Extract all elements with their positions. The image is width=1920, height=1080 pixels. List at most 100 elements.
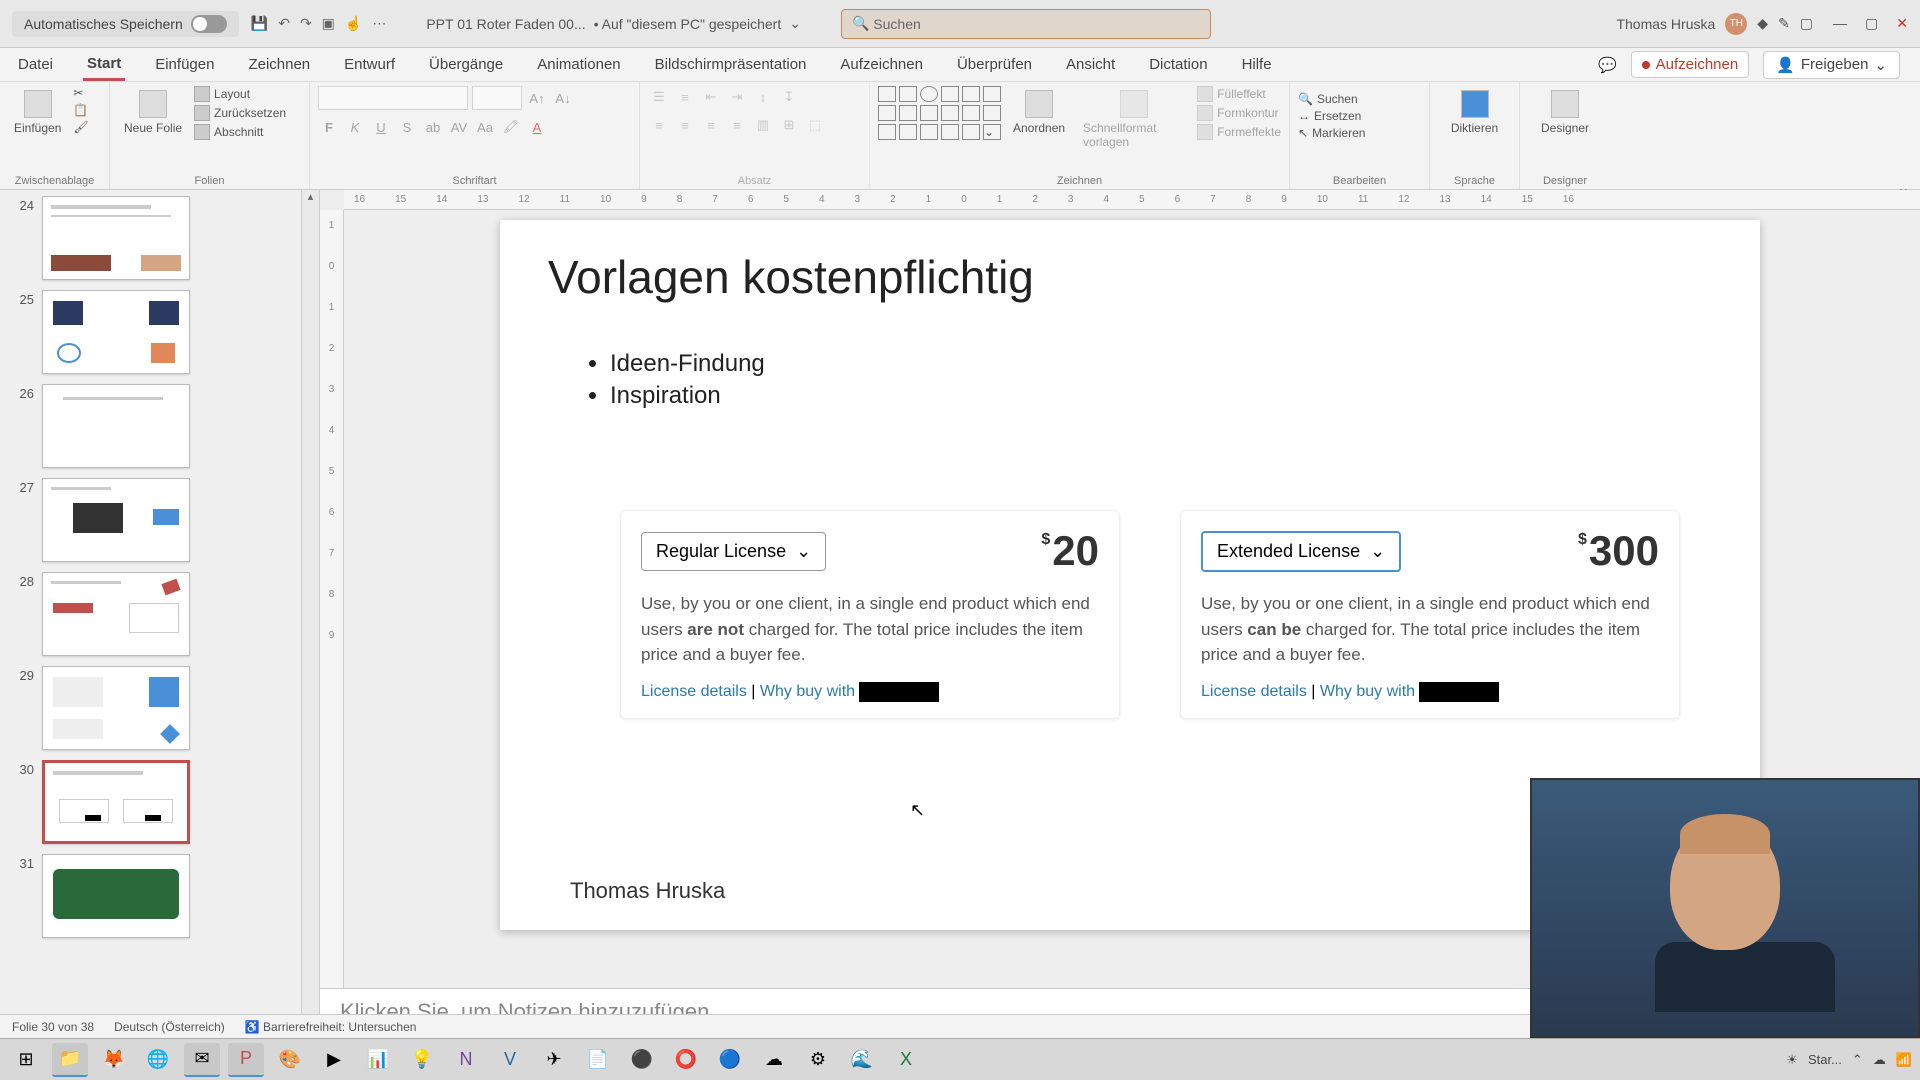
weather-icon[interactable]: ☀ — [1786, 1052, 1798, 1068]
paste-button[interactable]: Einfügen — [8, 86, 67, 139]
record-button[interactable]: Aufzeichnen — [1631, 51, 1750, 78]
shape-icon[interactable] — [899, 124, 917, 140]
shape-icon[interactable] — [941, 124, 959, 140]
shapes-gallery[interactable]: ⌄ — [878, 86, 1001, 140]
shape-icon[interactable] — [941, 105, 959, 121]
why-buy-link[interactable]: Why buy with — [760, 683, 855, 700]
fill-button[interactable]: Fülleffekt — [1197, 86, 1281, 102]
thumb-25[interactable]: 25 — [10, 290, 309, 374]
avatar[interactable]: TH — [1725, 13, 1747, 35]
justify-icon[interactable]: ≡ — [726, 114, 748, 136]
new-slide-button[interactable]: Neue Folie — [118, 86, 188, 139]
redo-icon[interactable]: ↷ — [300, 15, 312, 32]
replace-button[interactable]: ↔Ersetzen — [1298, 109, 1421, 123]
align-center-icon[interactable]: ≡ — [674, 114, 696, 136]
search-box[interactable]: 🔍 Suchen — [841, 9, 1211, 39]
scroll-up-icon[interactable]: ▴ — [302, 190, 319, 208]
maximize-icon[interactable]: ▢ — [1865, 15, 1878, 32]
obs-icon[interactable]: ⚫ — [624, 1043, 660, 1077]
tab-aufzeichnen[interactable]: Aufzeichnen — [836, 50, 927, 79]
columns-icon[interactable]: ▥ — [752, 114, 774, 136]
firefox-icon[interactable]: 🦊 — [96, 1043, 132, 1077]
quick-styles-button[interactable]: Schnellformat vorlagen — [1077, 86, 1191, 153]
shape-icon[interactable] — [962, 105, 980, 121]
chrome-icon[interactable]: 🌐 — [140, 1043, 176, 1077]
save-icon[interactable]: 💾 — [251, 15, 268, 32]
thumb-27[interactable]: 27 — [10, 478, 309, 562]
language-status[interactable]: Deutsch (Österreich) — [114, 1020, 225, 1034]
align-text-icon[interactable]: ⊞ — [778, 114, 800, 136]
autosave-toggle[interactable]: Automatisches Speichern — [12, 11, 239, 37]
numbering-icon[interactable]: ≡ — [674, 86, 696, 108]
user-area[interactable]: Thomas Hruska TH ◆ ✎ ▢ — [1616, 13, 1813, 35]
smartart-icon[interactable]: ⬚ — [804, 114, 826, 136]
decrease-font-icon[interactable]: A↓ — [552, 87, 574, 109]
thumb-26[interactable]: 26 — [10, 384, 309, 468]
app-icon[interactable]: 📄 — [580, 1043, 616, 1077]
slide-bullets[interactable]: Ideen-Findung Inspiration — [590, 350, 765, 414]
undo-icon[interactable]: ↶ — [278, 15, 290, 32]
close-icon[interactable]: ✕ — [1896, 15, 1908, 32]
chevron-down-icon[interactable]: ⌄ — [789, 15, 801, 32]
line-shape-icon[interactable] — [878, 86, 896, 102]
dictate-button[interactable]: Diktieren — [1438, 86, 1511, 139]
system-tray[interactable]: ☀ Star... ⌃ ☁ 📶 — [1786, 1052, 1912, 1068]
shape-icon[interactable] — [899, 105, 917, 121]
app-icon[interactable]: 💡 — [404, 1043, 440, 1077]
reset-button[interactable]: Zurücksetzen — [194, 105, 286, 121]
thumb-31[interactable]: 31 — [10, 854, 309, 938]
italic-icon[interactable]: K — [344, 116, 366, 138]
visio-icon[interactable]: V — [492, 1043, 528, 1077]
settings-icon[interactable]: ⚙ — [800, 1043, 836, 1077]
tab-ueberpruefen[interactable]: Überprüfen — [953, 50, 1036, 79]
increase-font-icon[interactable]: A↑ — [526, 87, 548, 109]
copy-icon[interactable]: 📋 — [73, 103, 88, 117]
layout-button[interactable]: Layout — [194, 86, 286, 102]
indent-inc-icon[interactable]: ⇥ — [726, 86, 748, 108]
outlook-icon[interactable]: ✉ — [184, 1043, 220, 1077]
tab-entwurf[interactable]: Entwurf — [340, 50, 399, 79]
explorer-icon[interactable]: 📁 — [52, 1043, 88, 1077]
tab-uebergaenge[interactable]: Übergänge — [425, 50, 507, 79]
shape-icon[interactable] — [962, 124, 980, 140]
select-button[interactable]: ↖Markieren — [1298, 126, 1421, 140]
tab-datei[interactable]: Datei — [14, 50, 57, 79]
app-icon[interactable]: 📊 — [360, 1043, 396, 1077]
font-size-select[interactable] — [472, 86, 522, 110]
tab-einfuegen[interactable]: Einfügen — [151, 50, 218, 79]
thumb-29[interactable]: 29 — [10, 666, 309, 750]
spacing-icon[interactable]: AV — [448, 116, 470, 138]
tray-expand-icon[interactable]: ⌃ — [1852, 1052, 1863, 1068]
network-icon[interactable]: 📶 — [1896, 1052, 1912, 1068]
minimize-icon[interactable]: — — [1833, 15, 1847, 32]
telegram-icon[interactable]: ✈ — [536, 1043, 572, 1077]
format-painter-icon[interactable]: 🖌 — [73, 120, 88, 134]
app-icon[interactable]: ☁ — [756, 1043, 792, 1077]
edge-icon[interactable]: 🌊 — [844, 1043, 880, 1077]
tab-start[interactable]: Start — [83, 49, 125, 81]
star-shape-icon[interactable] — [983, 86, 1001, 102]
document-title-area[interactable]: PPT 01 Roter Faden 00... • Auf "diesem P… — [426, 15, 801, 32]
font-color-icon[interactable]: A — [526, 116, 548, 138]
indent-dec-icon[interactable]: ⇤ — [700, 86, 722, 108]
tab-hilfe[interactable]: Hilfe — [1238, 50, 1276, 79]
rect-shape-icon[interactable] — [899, 86, 917, 102]
shape-icon[interactable] — [920, 124, 938, 140]
comments-icon[interactable]: 💬 — [1598, 56, 1617, 74]
accessibility-status[interactable]: ♿ Barrierefreiheit: Untersuchen — [245, 1020, 417, 1034]
shape-icon[interactable] — [878, 124, 896, 140]
arrow-shape-icon[interactable] — [941, 86, 959, 102]
align-right-icon[interactable]: ≡ — [700, 114, 722, 136]
font-name-select[interactable] — [318, 86, 468, 110]
license-select-extended[interactable]: Extended License⌄ — [1201, 531, 1401, 572]
arrange-button[interactable]: Anordnen — [1007, 86, 1071, 139]
onenote-icon[interactable]: N — [448, 1043, 484, 1077]
triangle-shape-icon[interactable] — [962, 86, 980, 102]
license-details-link[interactable]: License details — [1201, 683, 1307, 700]
underline-icon[interactable]: U — [370, 116, 392, 138]
slide-counter[interactable]: Folie 30 von 38 — [12, 1020, 94, 1034]
window-icon[interactable]: ▢ — [1800, 15, 1813, 32]
diamond-icon[interactable]: ◆ — [1757, 15, 1768, 32]
license-select-regular[interactable]: Regular License⌄ — [641, 532, 826, 571]
text-direction-icon[interactable]: ↧ — [778, 86, 800, 108]
